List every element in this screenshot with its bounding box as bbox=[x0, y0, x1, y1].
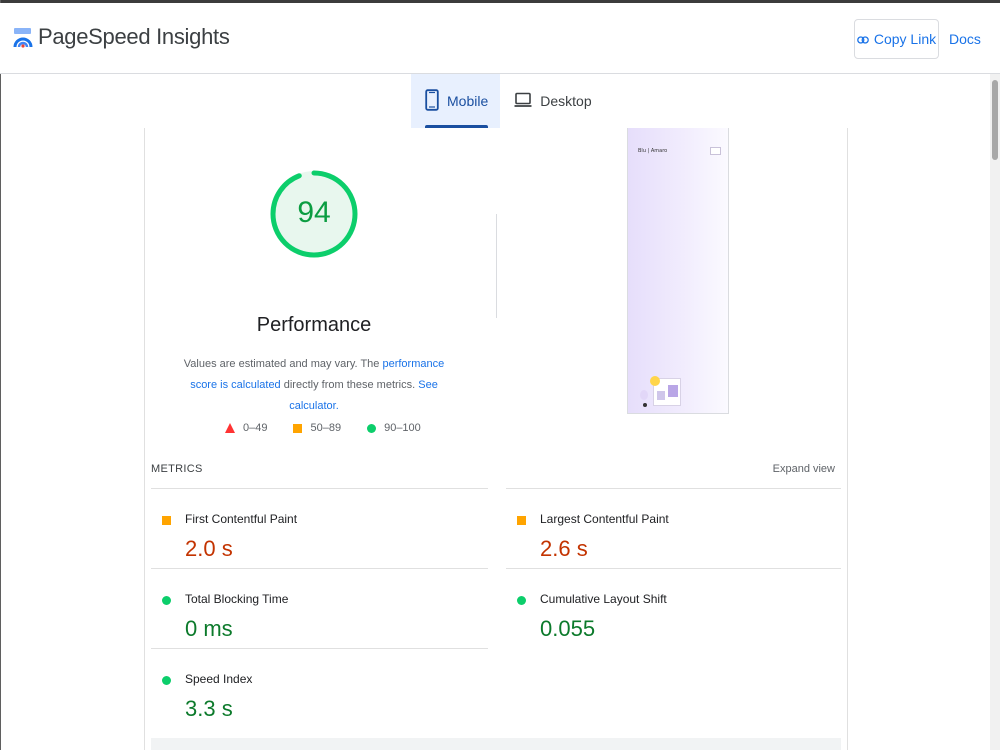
good-circle-icon bbox=[162, 596, 171, 605]
average-square-icon bbox=[517, 516, 526, 525]
metrics-divider bbox=[151, 488, 488, 489]
legend-item-average: 50–89 bbox=[293, 422, 341, 434]
window-left-border bbox=[0, 0, 1, 750]
legend-item-poor: 0–49 bbox=[225, 422, 267, 434]
good-circle-icon bbox=[162, 676, 171, 685]
metrics-divider bbox=[506, 488, 841, 489]
tab-mobile-label: Mobile bbox=[447, 93, 489, 109]
metric-value: 2.6 s bbox=[540, 536, 588, 561]
thumbnail-bulb-icon bbox=[640, 390, 648, 400]
metrics-section-label: METRICS bbox=[151, 463, 203, 475]
pagespeed-logo-icon bbox=[13, 27, 33, 49]
circle-icon bbox=[367, 423, 377, 433]
thumbnail-dot bbox=[643, 403, 647, 407]
score-legend: 0–49 50–89 90–100 bbox=[225, 420, 447, 436]
good-circle-icon bbox=[517, 596, 526, 605]
performance-score: 94 bbox=[297, 196, 331, 229]
desc-text-2: directly from these metrics. bbox=[280, 379, 419, 391]
section-divider bbox=[496, 214, 497, 318]
scrollbar-thumb[interactable] bbox=[992, 80, 998, 160]
metric-name: Largest Contentful Paint bbox=[540, 512, 669, 526]
performance-title: Performance bbox=[256, 314, 372, 336]
metric-name: First Contentful Paint bbox=[185, 512, 298, 526]
metric-name: Speed Index bbox=[185, 672, 253, 686]
triangle-icon bbox=[225, 423, 235, 433]
tab-desktop[interactable]: Desktop bbox=[500, 74, 603, 128]
legend-item-good: 90–100 bbox=[367, 422, 421, 434]
next-section-edge bbox=[151, 738, 841, 750]
app-title: PageSpeed Insights bbox=[38, 24, 230, 49]
performance-description: Values are estimated and may vary. The p… bbox=[169, 354, 459, 417]
average-square-icon bbox=[162, 516, 171, 525]
tab-desktop-label: Desktop bbox=[540, 93, 592, 109]
metrics-divider bbox=[506, 568, 841, 569]
thumbnail-brand-text: Blu | Amaro bbox=[638, 148, 668, 154]
link-icon bbox=[857, 31, 869, 47]
metric-speed-index: Speed Index 3.3 s bbox=[151, 658, 481, 738]
metric-value: 0.055 bbox=[540, 616, 596, 641]
legend-label-average: 50–89 bbox=[310, 422, 342, 434]
metric-name: Total Blocking Time bbox=[185, 592, 289, 606]
report-card: 94 Performance Values are estimated and … bbox=[144, 128, 848, 750]
copy-link-label: Copy Link bbox=[873, 31, 937, 47]
metric-value: 2.0 s bbox=[185, 536, 233, 561]
metrics-divider bbox=[151, 568, 488, 569]
tab-mobile[interactable]: Mobile bbox=[411, 74, 501, 128]
metrics-divider bbox=[151, 648, 488, 649]
page-screenshot-thumbnail: Blu | Amaro bbox=[627, 128, 729, 414]
metric-first-contentful-paint: First Contentful Paint 2.0 s bbox=[151, 498, 481, 578]
square-icon bbox=[293, 423, 303, 433]
metric-name: Cumulative Layout Shift bbox=[540, 592, 667, 606]
legend-label-good: 90–100 bbox=[384, 422, 421, 434]
page-scrollbar[interactable] bbox=[990, 74, 1000, 750]
thumbnail-menu-icon bbox=[710, 147, 721, 155]
desktop-icon bbox=[514, 92, 532, 111]
app-header: PageSpeed Insights Copy Link Docs bbox=[0, 3, 1000, 74]
thumbnail-sun-icon bbox=[650, 376, 660, 386]
metric-value: 0 ms bbox=[185, 616, 233, 641]
docs-link[interactable]: Docs bbox=[949, 31, 981, 47]
copy-link-button[interactable]: Copy Link bbox=[854, 19, 939, 59]
mobile-icon bbox=[425, 88, 439, 114]
metric-value: 3.3 s bbox=[185, 696, 233, 721]
device-tabs: Mobile Desktop bbox=[411, 74, 604, 128]
desc-text-1: Values are estimated and may vary. The bbox=[183, 358, 383, 370]
expand-view-toggle[interactable]: Expand view bbox=[773, 463, 835, 475]
metric-largest-contentful-paint: Largest Contentful Paint 2.6 s bbox=[506, 498, 836, 578]
legend-label-poor: 0–49 bbox=[243, 422, 268, 434]
metric-total-blocking-time: Total Blocking Time 0 ms bbox=[151, 578, 481, 658]
metric-cumulative-layout-shift: Cumulative Layout Shift 0.055 bbox=[506, 578, 836, 658]
